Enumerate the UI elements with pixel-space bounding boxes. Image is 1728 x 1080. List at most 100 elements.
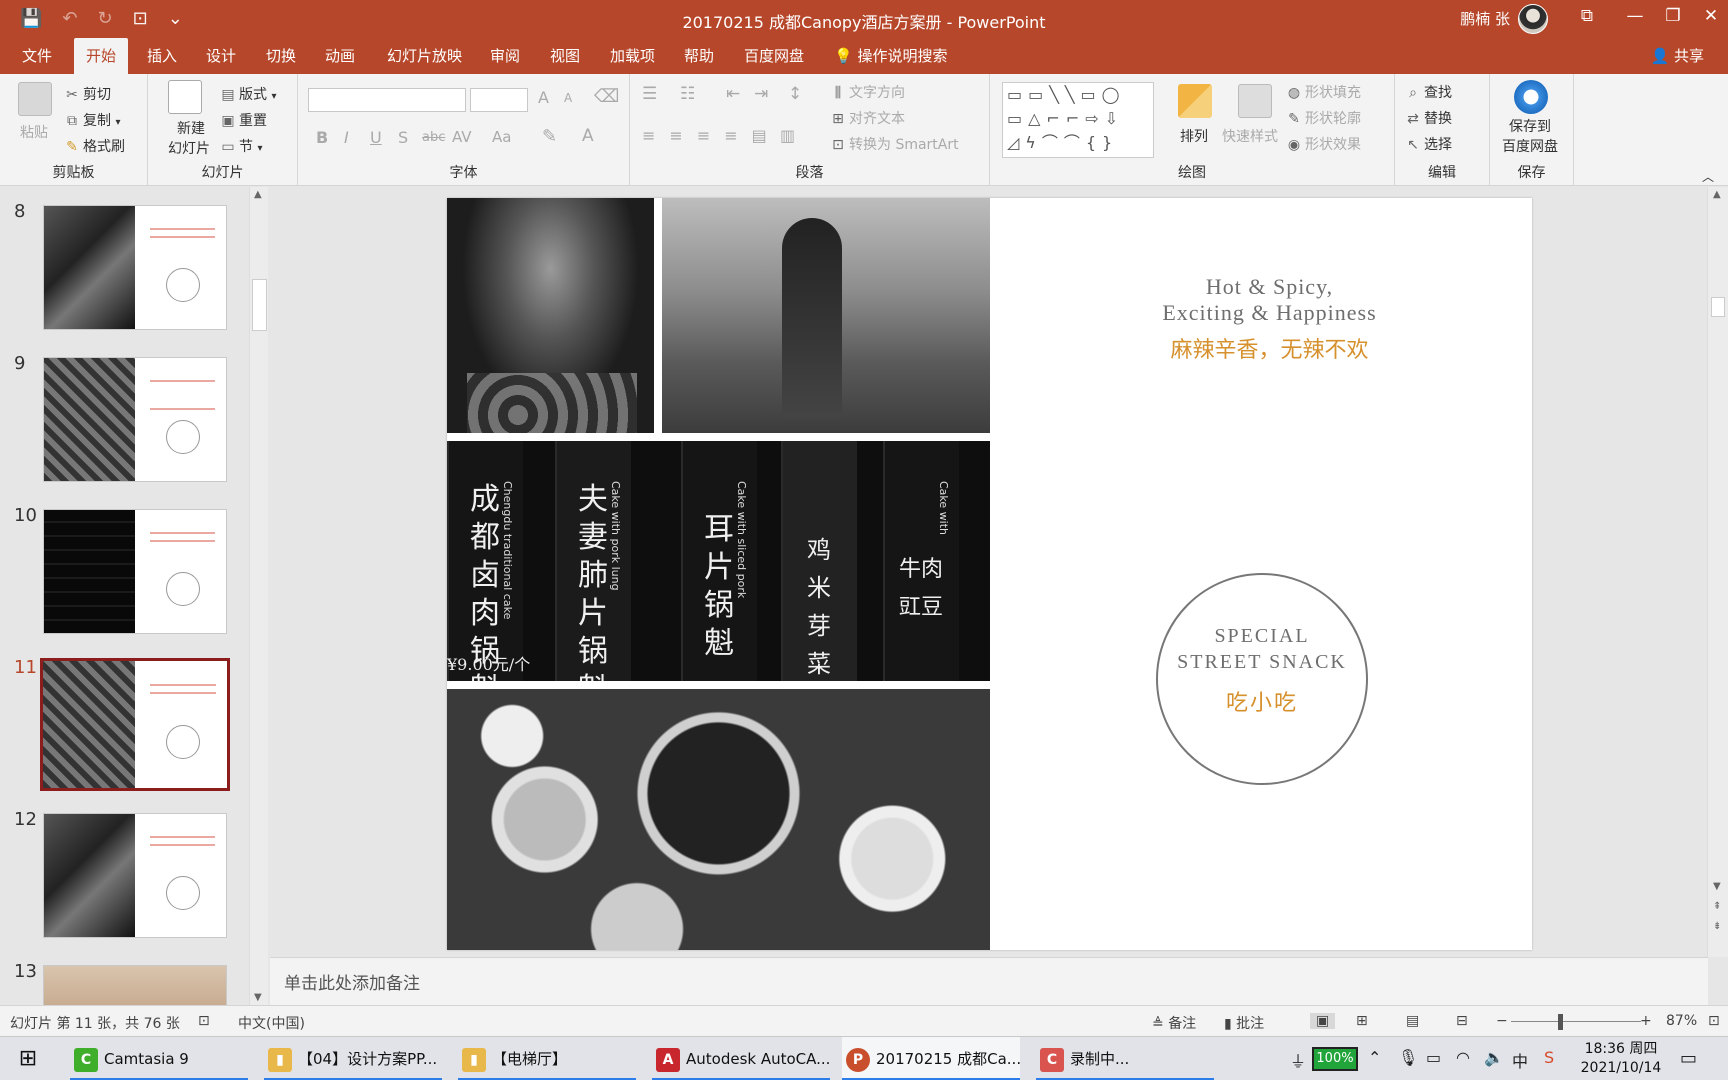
- clear-format-icon[interactable]: ⌫: [594, 86, 619, 107]
- scroll-down-icon[interactable]: ▼: [254, 992, 262, 1003]
- select-button[interactable]: ↖ 选择: [1405, 134, 1452, 154]
- notes-pane[interactable]: 单击此处添加备注: [270, 957, 1708, 1005]
- underline-button[interactable]: U: [370, 128, 382, 147]
- photo-street-vendor[interactable]: [447, 198, 654, 433]
- font-name-select[interactable]: [308, 88, 466, 112]
- tab-review[interactable]: 审阅: [478, 38, 532, 74]
- tab-slideshow[interactable]: 幻灯片放映: [375, 38, 474, 74]
- tab-baidu[interactable]: 百度网盘: [732, 38, 816, 74]
- alignment-icons[interactable]: ≡≡≡≡▤: [642, 126, 781, 145]
- arrange-icon[interactable]: [1178, 84, 1212, 118]
- scroll-up-icon[interactable]: ▲: [1713, 189, 1721, 200]
- volume-icon[interactable]: 🔈: [1484, 1048, 1504, 1067]
- cut-button[interactable]: ✂ 剪切: [64, 84, 111, 104]
- power-icon[interactable]: ▭: [1426, 1048, 1441, 1067]
- line-spacing-icon[interactable]: ↕: [788, 84, 802, 104]
- columns-icon[interactable]: ▥: [780, 126, 795, 145]
- strikethrough-button[interactable]: abc: [422, 130, 445, 145]
- share-button[interactable]: 👤 共享: [1651, 38, 1704, 74]
- taskbar-item-folder-elevator[interactable]: ▮ 【电梯厅】: [458, 1037, 636, 1080]
- taskbar-item-camtasia[interactable]: C Camtasia 9: [70, 1037, 248, 1080]
- tab-view[interactable]: 视图: [538, 38, 592, 74]
- thumbnail-slide-10[interactable]: [43, 509, 227, 634]
- next-slide-icon[interactable]: ⇟: [1713, 921, 1721, 932]
- collapse-ribbon-icon[interactable]: ︿: [1702, 168, 1714, 185]
- reset-button[interactable]: ▣ 重置: [220, 110, 267, 130]
- restore-button[interactable]: ❐: [1658, 6, 1688, 26]
- tab-help[interactable]: 帮助: [672, 38, 726, 74]
- zoom-out-icon[interactable]: −: [1496, 1013, 1508, 1029]
- user-name[interactable]: 鹏楠 张: [1460, 8, 1510, 29]
- align-text-button[interactable]: ⊞ 对齐文本: [830, 108, 905, 128]
- tab-insert[interactable]: 插入: [135, 38, 189, 74]
- language-status[interactable]: 中文(中国): [238, 1013, 305, 1033]
- thumbnail-scrollbar[interactable]: ▲ ▼: [249, 187, 268, 1005]
- zoom-level[interactable]: 87%: [1666, 1013, 1697, 1029]
- slideshow-view-icon[interactable]: ⊟: [1456, 1013, 1468, 1029]
- quick-styles-icon[interactable]: [1238, 84, 1272, 118]
- tab-design[interactable]: 设计: [194, 38, 248, 74]
- tab-addins[interactable]: 加载项: [598, 38, 667, 74]
- fit-slide-icon[interactable]: ⊡: [1708, 1013, 1720, 1029]
- shapes-gallery[interactable]: ▭▭╲╲▭◯ ▭△⌐⌐⇨⇩ ◿ϟ⌒⌒{}: [1002, 82, 1154, 158]
- tab-home[interactable]: 开始: [74, 38, 129, 74]
- taskbar-item-recording[interactable]: C 录制中...: [1036, 1037, 1214, 1080]
- taskbar-item-autocad[interactable]: A Autodesk AutoCA...: [652, 1037, 830, 1080]
- chevron-up-icon[interactable]: ⌃: [1368, 1048, 1381, 1067]
- grow-font-button[interactable]: A: [538, 88, 549, 107]
- smartart-button[interactable]: ⊡ 转换为 SmartArt: [830, 134, 959, 154]
- thumbnail-slide-13[interactable]: [43, 965, 227, 1005]
- highlight-icon[interactable]: ✎: [542, 126, 557, 147]
- minimize-button[interactable]: —: [1620, 6, 1650, 26]
- slide-scrollbar[interactable]: ▲ ▼ ⇞ ⇟: [1707, 187, 1728, 957]
- zoom-in-icon[interactable]: +: [1640, 1013, 1652, 1029]
- format-painter-button[interactable]: ✎ 格式刷: [64, 136, 125, 156]
- find-button[interactable]: ⌕ 查找: [1405, 82, 1452, 102]
- tab-file[interactable]: 文件: [10, 38, 64, 74]
- slide-heading-chinese[interactable]: 麻辣辛香，无辣不欢: [1007, 332, 1532, 364]
- slide-heading-line2[interactable]: Exciting & Happiness: [1007, 300, 1532, 326]
- battery-indicator[interactable]: 100%: [1312, 1047, 1358, 1071]
- thumbnail-slide-9[interactable]: [43, 357, 227, 482]
- close-button[interactable]: ✕: [1696, 6, 1726, 26]
- photo-snack-bowls[interactable]: [447, 689, 990, 950]
- change-case-button[interactable]: Aa: [492, 128, 511, 146]
- new-slide-button[interactable]: 新建 幻灯片: [168, 118, 210, 158]
- sogou-icon[interactable]: S: [1544, 1048, 1554, 1067]
- increase-indent-icon[interactable]: ⇥: [754, 84, 768, 104]
- font-size-select[interactable]: [470, 88, 528, 112]
- slide-thumbnail-panel[interactable]: 8 9 10 11 12 13: [0, 187, 270, 1005]
- tab-animations[interactable]: 动画: [313, 38, 367, 74]
- font-color-button[interactable]: A: [582, 126, 594, 146]
- system-clock[interactable]: 18:36 周四 2021/10/14: [1578, 1040, 1664, 1078]
- notes-toggle[interactable]: ≜ 备注: [1152, 1013, 1196, 1033]
- wifi-icon[interactable]: ◠: [1456, 1048, 1470, 1067]
- photo-snack-signs[interactable]: 成都卤肉锅魁Chengdu traditional cake 夫妻肺片锅魁Cak…: [447, 441, 990, 681]
- italic-button[interactable]: I: [344, 128, 349, 147]
- paste-icon[interactable]: [18, 82, 52, 116]
- reading-view-icon[interactable]: ▤: [1406, 1013, 1419, 1029]
- avatar[interactable]: [1518, 4, 1548, 34]
- plug-icon[interactable]: ⏚: [1290, 1048, 1306, 1072]
- save-to-baidu-button[interactable]: 保存到 百度网盘: [1502, 116, 1558, 156]
- normal-view-icon[interactable]: ▣: [1310, 1013, 1336, 1029]
- notes-placeholder[interactable]: 单击此处添加备注: [284, 969, 420, 994]
- scrollbar-thumb[interactable]: [1711, 297, 1725, 317]
- shape-effects-button[interactable]: ◉ 形状效果: [1286, 134, 1361, 154]
- slide-heading-line1[interactable]: Hot & Spicy,: [1007, 274, 1532, 300]
- layout-button[interactable]: ▤ 版式 ▾: [220, 84, 276, 104]
- baidu-cloud-icon[interactable]: [1514, 80, 1548, 114]
- shadow-button[interactable]: S: [398, 128, 408, 147]
- numbering-icon[interactable]: ☷: [680, 84, 695, 104]
- slide-sorter-icon[interactable]: ⊞: [1356, 1013, 1368, 1029]
- bullets-icon[interactable]: ☰: [642, 84, 657, 104]
- special-snack-circle[interactable]: SPECIAL STREET SNACK 吃小吃: [1156, 573, 1368, 785]
- ime-icon[interactable]: 中: [1512, 1048, 1528, 1072]
- scroll-up-icon[interactable]: ▲: [254, 189, 262, 200]
- current-slide[interactable]: 成都卤肉锅魁Chengdu traditional cake 夫妻肺片锅魁Cak…: [447, 198, 1532, 950]
- bold-button[interactable]: B: [316, 128, 328, 147]
- arrange-button[interactable]: 排列: [1180, 126, 1208, 146]
- taskbar-item-powerpoint[interactable]: P 20170215 成都Ca...: [842, 1037, 1020, 1080]
- paste-button[interactable]: 粘贴: [20, 122, 48, 142]
- taskbar-item-folder-design[interactable]: ▮ 【04】设计方案PP...: [264, 1037, 442, 1080]
